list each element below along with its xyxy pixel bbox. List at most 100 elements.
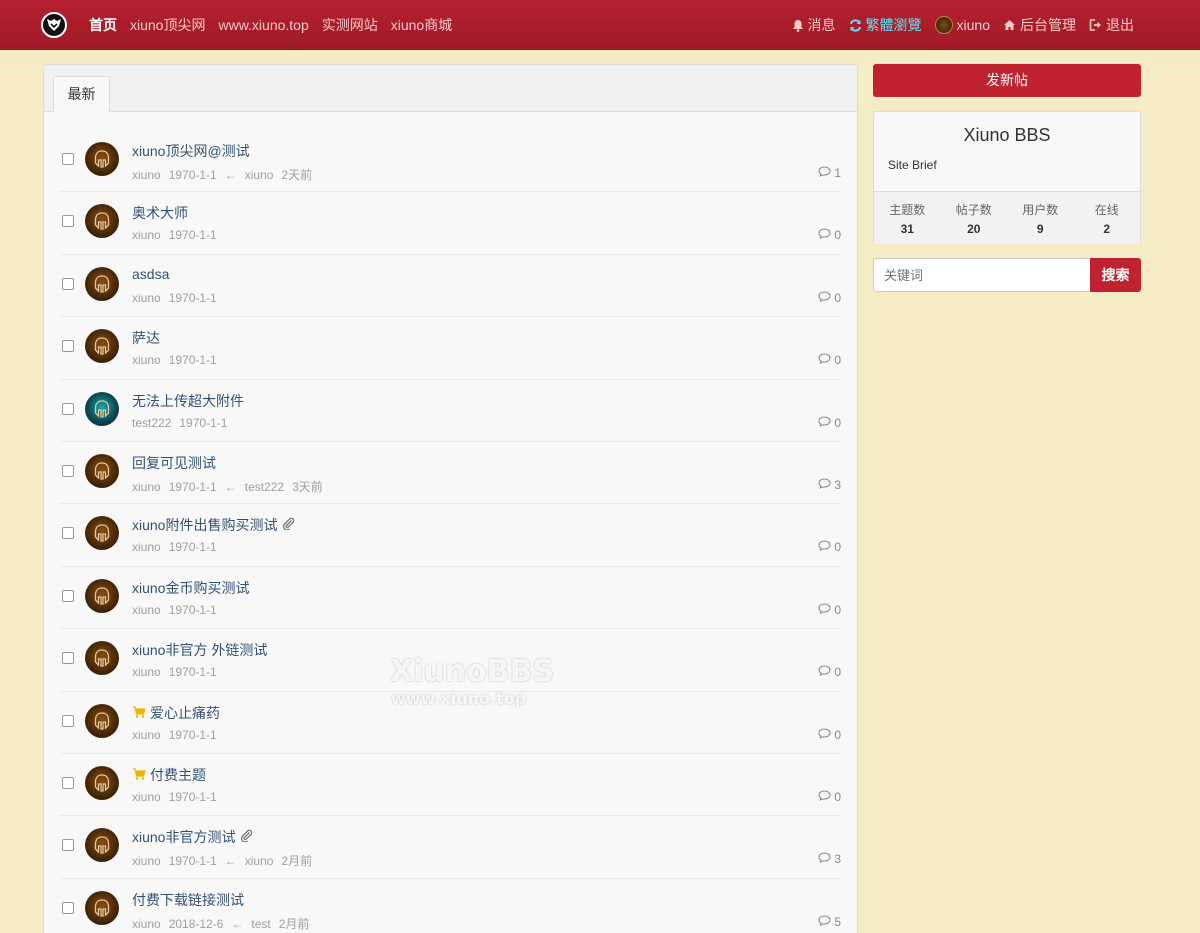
thread-row[interactable]: 萨达 xiuno 1970-1-1 0 bbox=[61, 317, 841, 380]
thread-checkbox[interactable] bbox=[62, 464, 74, 477]
nav-link-home[interactable]: 首页 bbox=[89, 15, 117, 35]
site-brief: Site Brief bbox=[888, 158, 937, 172]
thread-author[interactable]: xiuno bbox=[132, 665, 161, 679]
cart-icon bbox=[132, 767, 146, 783]
thread-author[interactable]: xiuno bbox=[132, 854, 161, 868]
avatar[interactable] bbox=[85, 641, 119, 676]
thread-checkbox[interactable] bbox=[62, 340, 74, 353]
thread-checkbox[interactable] bbox=[62, 776, 74, 789]
thread-row[interactable]: 付费下载链接测试 xiuno 2018-12-6 ← test 2月前 5 bbox=[61, 879, 841, 933]
thread-subject-link[interactable]: 付费主题 bbox=[132, 765, 206, 785]
thread-last-user[interactable]: test bbox=[251, 917, 270, 931]
thread-checkbox[interactable] bbox=[62, 277, 74, 290]
thread-checkbox[interactable] bbox=[62, 402, 74, 415]
thread-subject-link[interactable]: 爱心止痛药 bbox=[132, 703, 220, 723]
reply-count: 0 bbox=[834, 727, 841, 742]
thread-author[interactable]: xiuno bbox=[132, 728, 161, 742]
thread-row[interactable]: xiuno顶尖网@测试 xiuno 1970-1-1 ← xiuno 2天前 1 bbox=[61, 130, 841, 193]
avatar[interactable] bbox=[85, 890, 119, 925]
thread-author[interactable]: xiuno bbox=[132, 353, 161, 367]
thread-checkbox[interactable] bbox=[62, 652, 74, 665]
comment-icon bbox=[818, 790, 834, 804]
thread-row[interactable]: asdsa xiuno 1970-1-1 0 bbox=[61, 255, 841, 318]
avatar[interactable] bbox=[85, 765, 119, 800]
site-stats: 主题数 31 帖子数 20 用户数 9 在线 2 bbox=[874, 191, 1140, 244]
nav-link-xiuno-top-cn[interactable]: xiuno顶尖网 bbox=[130, 15, 205, 35]
thread-subject-link[interactable]: 付费下载链接测试 bbox=[132, 890, 244, 910]
avatar[interactable] bbox=[85, 453, 119, 488]
thread-replies: 0 bbox=[818, 728, 841, 742]
thread-subject-link[interactable]: xiuno非官方 外链测试 bbox=[132, 640, 267, 660]
thread-author[interactable]: test222 bbox=[132, 416, 171, 430]
thread-meta: xiuno 1970-1-1 ← xiuno 2天前 bbox=[132, 166, 320, 183]
thread-checkbox[interactable] bbox=[62, 839, 74, 852]
thread-subject-link[interactable]: 回复可见测试 bbox=[132, 453, 216, 473]
avatar[interactable] bbox=[85, 266, 119, 301]
tab-latest[interactable]: 最新 bbox=[53, 76, 110, 113]
new-post-button[interactable]: 发新帖 bbox=[873, 64, 1141, 97]
thread-author[interactable]: xiuno bbox=[132, 480, 161, 494]
thread-row[interactable]: 回复可见测试 xiuno 1970-1-1 ← test222 3天前 3 bbox=[61, 442, 841, 505]
thread-last-user[interactable]: xiuno bbox=[245, 854, 274, 868]
nav-logout[interactable]: 退出 bbox=[1089, 15, 1134, 35]
thread-row[interactable]: xiuno金币购买测试 xiuno 1970-1-1 0 bbox=[61, 567, 841, 630]
thread-author[interactable]: xiuno bbox=[132, 790, 161, 804]
thread-author[interactable]: xiuno bbox=[132, 291, 161, 305]
thread-row[interactable]: xiuno非官方测试 xiuno 1970-1-1 ← xiuno 2月前 3 bbox=[61, 816, 841, 879]
nav-admin[interactable]: 后台管理 bbox=[1003, 15, 1076, 35]
avatar[interactable] bbox=[85, 329, 119, 364]
avatar[interactable] bbox=[85, 391, 119, 426]
thread-row[interactable]: xiuno附件出售购买测试 xiuno 1970-1-1 0 bbox=[61, 504, 841, 567]
thread-subject-link[interactable]: 无法上传超大附件 bbox=[132, 391, 244, 411]
avatar[interactable] bbox=[85, 578, 119, 613]
thread-list: xiuno顶尖网@测试 xiuno 1970-1-1 ← xiuno 2天前 1 奥术大师 xi… bbox=[61, 130, 841, 933]
nav-logout-label: 退出 bbox=[1106, 17, 1134, 33]
thread-checkbox[interactable] bbox=[62, 215, 74, 228]
watermark: XiunoBBS www.xiuno.top bbox=[390, 655, 554, 709]
search-button[interactable]: 搜索 bbox=[1090, 258, 1141, 292]
thread-row[interactable]: 奥术大师 xiuno 1970-1-1 0 bbox=[61, 192, 841, 255]
avatar[interactable] bbox=[85, 142, 119, 176]
thread-author[interactable]: xiuno bbox=[132, 168, 161, 182]
thread-row[interactable]: 无法上传超大附件 test222 1970-1-1 0 bbox=[61, 380, 841, 442]
nav-link-xiuno-top-url[interactable]: www.xiuno.top bbox=[218, 17, 308, 33]
thread-subject: 爱心止痛药 bbox=[150, 704, 220, 721]
nav-traditional[interactable]: 繁體瀏覽 bbox=[849, 15, 922, 35]
thread-subject-link[interactable]: xiuno顶尖网@测试 bbox=[132, 141, 250, 161]
thread-subject-link[interactable]: 奥术大师 bbox=[132, 203, 188, 223]
thread-subject-link[interactable]: xiuno非官方测试 bbox=[132, 827, 253, 847]
avatar[interactable] bbox=[85, 828, 119, 863]
thread-checkbox[interactable] bbox=[62, 589, 74, 602]
thread-subject-link[interactable]: asdsa bbox=[132, 266, 169, 282]
thread-subject-link[interactable]: xiuno附件出售购买测试 bbox=[132, 515, 295, 535]
nav-user-label: xiuno bbox=[956, 17, 990, 33]
watermark-title: XiunoBBS bbox=[390, 654, 555, 689]
thread-author[interactable]: xiuno bbox=[132, 540, 161, 554]
avatar[interactable] bbox=[85, 516, 119, 551]
nav-link-test-site[interactable]: 实测网站 bbox=[322, 15, 378, 35]
comment-icon bbox=[818, 603, 834, 617]
stat-users: 用户数 9 bbox=[1007, 192, 1074, 244]
thread-subject-link[interactable]: 萨达 bbox=[132, 328, 160, 348]
avatar[interactable] bbox=[85, 204, 119, 239]
thread-subject-link[interactable]: xiuno金币购买测试 bbox=[132, 578, 249, 598]
thread-checkbox[interactable] bbox=[62, 527, 74, 540]
nav-link-shop[interactable]: xiuno商城 bbox=[391, 15, 452, 35]
stat-label: 主题数 bbox=[889, 203, 926, 217]
thread-checkbox[interactable] bbox=[62, 153, 74, 165]
search-input[interactable] bbox=[873, 258, 1090, 292]
thread-author[interactable]: xiuno bbox=[132, 228, 161, 242]
avatar[interactable] bbox=[85, 703, 119, 738]
xiuno-logo-icon[interactable] bbox=[41, 12, 67, 38]
reply-count: 0 bbox=[834, 290, 841, 305]
thread-author[interactable]: xiuno bbox=[132, 603, 161, 617]
nav-messages[interactable]: 消息 bbox=[792, 15, 836, 35]
nav-user[interactable]: xiuno bbox=[934, 16, 990, 34]
thread-row[interactable]: 付费主题 xiuno 1970-1-1 0 bbox=[61, 754, 841, 817]
thread-checkbox[interactable] bbox=[62, 901, 74, 914]
reply-count: 0 bbox=[834, 415, 841, 430]
thread-last-user[interactable]: test222 bbox=[245, 480, 284, 494]
thread-checkbox[interactable] bbox=[62, 714, 74, 727]
thread-author[interactable]: xiuno bbox=[132, 917, 161, 931]
thread-last-user[interactable]: xiuno bbox=[245, 168, 274, 182]
